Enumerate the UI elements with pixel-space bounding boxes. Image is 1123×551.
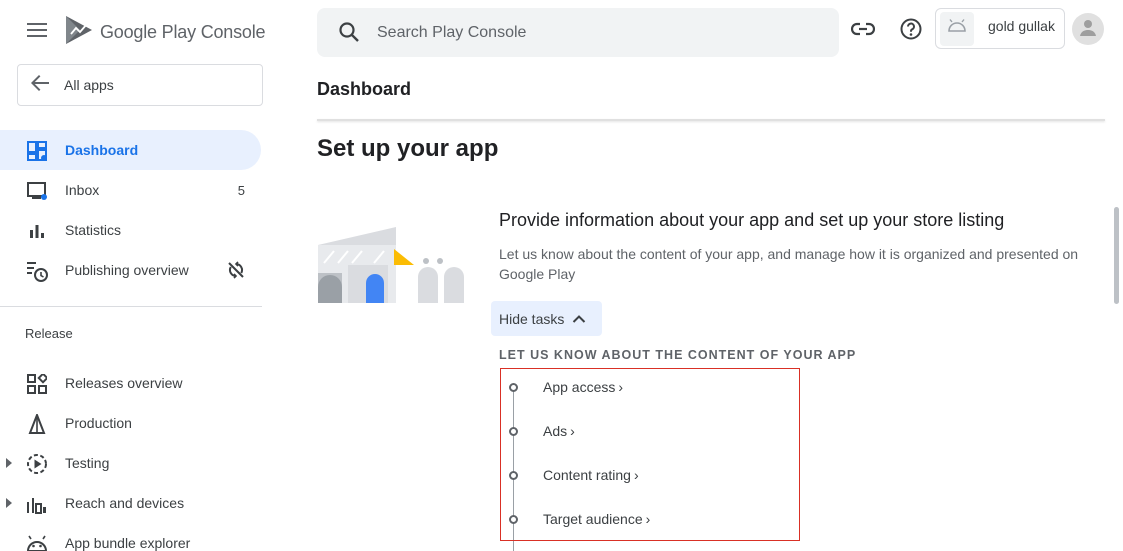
sidebar-item-label: Releases overview — [65, 375, 183, 391]
app-account-switcher[interactable]: gold gullak — [935, 8, 1065, 49]
publishing-schedule-icon — [26, 260, 48, 282]
search-icon — [338, 21, 360, 48]
link-icon — [850, 22, 876, 41]
sidebar-item-app-bundle-explorer[interactable]: App bundle explorer — [0, 523, 261, 551]
sidebar-item-inbox[interactable]: Inbox 5 — [0, 170, 261, 210]
sidebar-item-label: Publishing overview — [65, 262, 189, 278]
sidebar-item-label: Inbox — [65, 182, 100, 198]
play-console-logo-icon — [64, 14, 94, 51]
person-icon — [1078, 17, 1098, 42]
task-link[interactable]: Ads › — [543, 423, 575, 439]
sidebar-item-production[interactable]: Production — [0, 403, 261, 443]
search-bar[interactable] — [317, 8, 839, 57]
sidebar-item-label: Production — [65, 415, 132, 431]
all-apps-label: All apps — [64, 77, 114, 93]
sidebar-item-dashboard[interactable]: Dashboard — [0, 130, 261, 170]
inbox-count-badge: 5 — [237, 182, 245, 198]
sidebar-item-label: Dashboard — [65, 142, 139, 158]
task-link[interactable]: Content rating › — [543, 467, 639, 483]
setup-illustration — [318, 225, 468, 303]
task-link[interactable]: Target audience › — [543, 511, 650, 527]
sidebar-item-label: Statistics — [65, 222, 122, 238]
task-timeline — [513, 387, 514, 551]
page-title: Dashboard — [317, 79, 412, 99]
hide-tasks-button[interactable]: Hide tasks — [491, 301, 602, 336]
all-apps-button[interactable]: All apps — [17, 64, 263, 106]
bar-chart-icon — [26, 220, 48, 242]
hide-tasks-label: Hide tasks — [499, 310, 565, 327]
app-thumbnail — [940, 11, 974, 46]
sidebar: Google Play Console All apps Dashboard I… — [0, 0, 266, 551]
reach-devices-icon — [26, 493, 48, 515]
dashboard-icon — [26, 140, 48, 162]
search-input[interactable] — [377, 8, 817, 57]
play-console-logo-text: Google Play Console — [100, 22, 266, 42]
task-status-dot — [509, 382, 518, 392]
chevron-right-icon: › — [618, 379, 624, 395]
title-divider — [317, 119, 1105, 121]
expand-arrow-icon[interactable] — [6, 458, 12, 468]
sidebar-item-publishing-overview[interactable]: Publishing overview — [0, 250, 261, 290]
main-menu-button[interactable] — [22, 18, 52, 46]
task-group-title: LET US KNOW ABOUT THE CONTENT OF YOUR AP… — [499, 348, 857, 362]
play-console-logo[interactable]: Google Play Console — [64, 14, 266, 51]
task-status-dot — [509, 426, 518, 436]
sidebar-item-testing[interactable]: Testing — [0, 443, 261, 483]
setup-card-title: Provide information about your app and s… — [499, 210, 1005, 230]
help-button[interactable] — [897, 17, 925, 45]
testing-icon — [26, 453, 48, 475]
hamburger-menu-icon — [27, 22, 47, 42]
android-icon — [26, 533, 48, 551]
android-icon — [947, 19, 967, 38]
chevron-right-icon: › — [570, 423, 575, 439]
sidebar-item-label: App bundle explorer — [65, 535, 191, 551]
link-button[interactable] — [849, 17, 877, 45]
chevron-up-icon — [572, 314, 586, 324]
sidebar-item-statistics[interactable]: Statistics — [0, 210, 261, 250]
arrow-back-icon — [30, 74, 50, 96]
sidebar-item-label: Reach and devices — [65, 495, 185, 511]
production-icon — [26, 413, 48, 435]
chevron-right-icon: › — [645, 511, 651, 527]
sync-disabled-icon — [227, 261, 245, 284]
section-heading: Set up your app — [317, 135, 499, 162]
sidebar-item-label: Testing — [65, 455, 110, 471]
chevron-right-icon: › — [633, 467, 639, 483]
main-scrollbar[interactable] — [1114, 207, 1119, 304]
release-section-title: Release — [25, 326, 73, 341]
task-link[interactable]: App access › — [543, 379, 623, 395]
inbox-icon — [26, 180, 48, 202]
sidebar-item-reach-and-devices[interactable]: Reach and devices — [0, 483, 261, 523]
setup-card-description: Let us know about the content of your ap… — [499, 246, 1079, 282]
task-status-dot — [509, 514, 518, 524]
releases-overview-icon — [26, 373, 48, 395]
task-status-dot — [509, 470, 518, 480]
expand-arrow-icon[interactable] — [6, 498, 12, 508]
sidebar-item-releases-overview[interactable]: Releases overview — [0, 363, 261, 403]
user-avatar[interactable] — [1072, 13, 1104, 45]
help-icon — [899, 17, 923, 46]
sidebar-divider — [0, 306, 262, 307]
account-name: gold gullak — [988, 17, 1055, 34]
